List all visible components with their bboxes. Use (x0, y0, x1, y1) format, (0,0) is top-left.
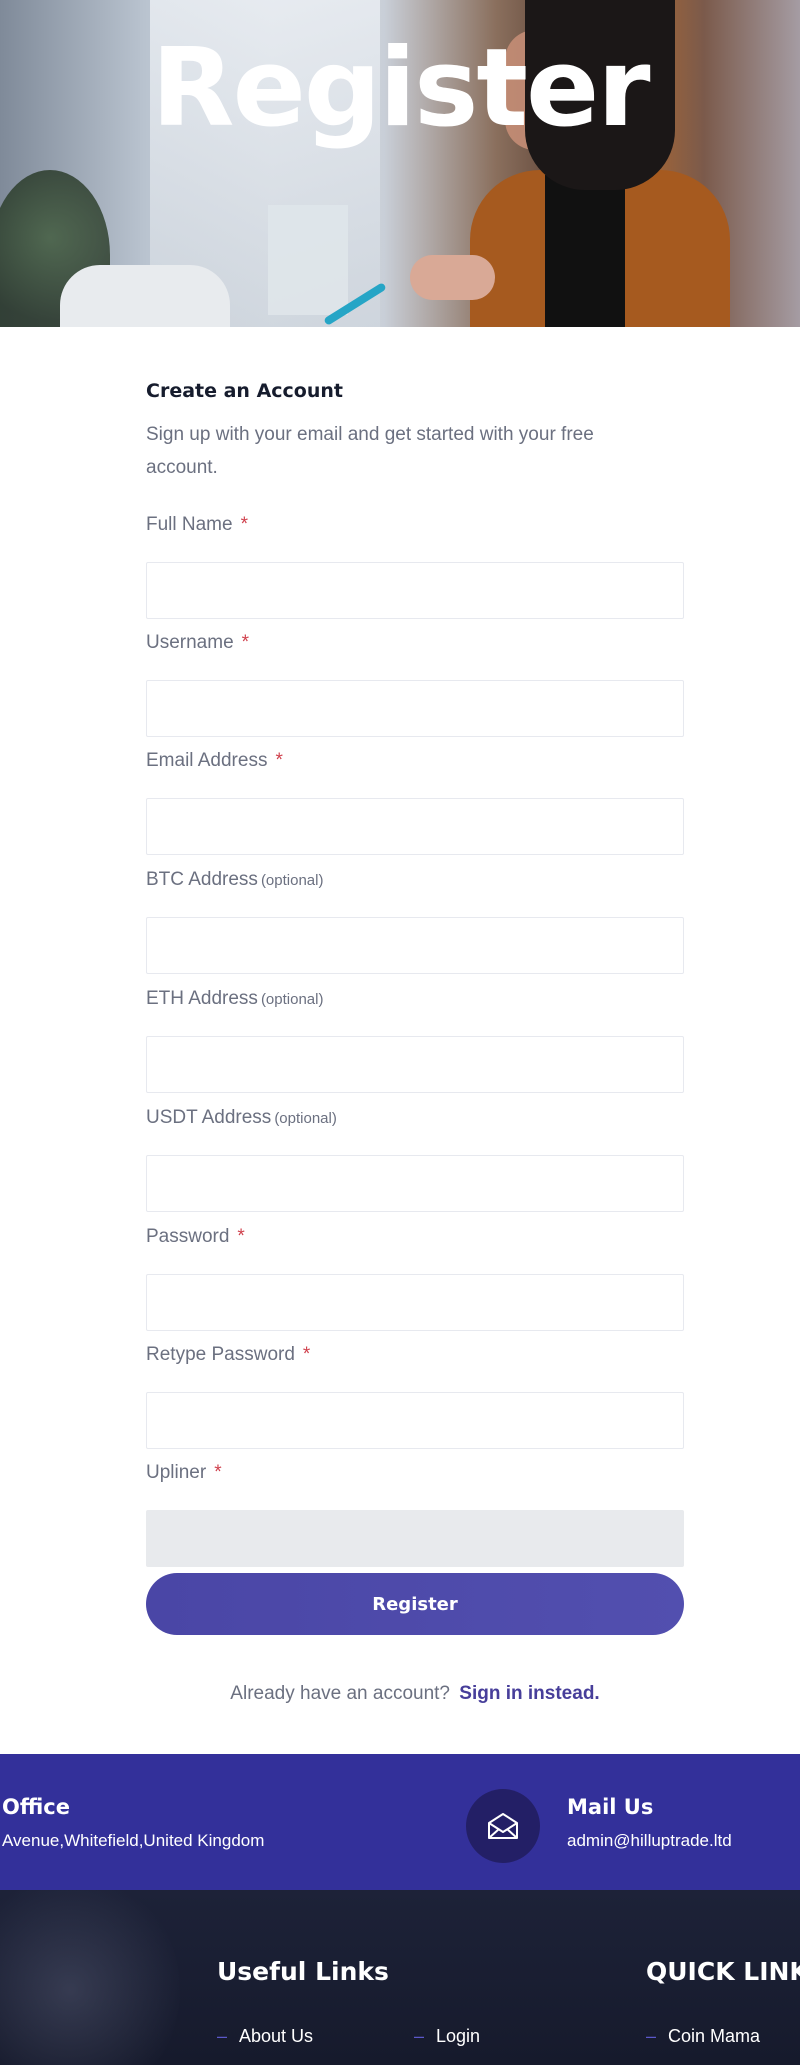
signin-link[interactable]: Sign in instead. (459, 1683, 599, 1704)
username-label: Username * (146, 632, 250, 653)
email-field: Email Address * (146, 750, 684, 855)
optional-note: (optional) (260, 991, 324, 1008)
footer-link-coin-mama[interactable]: – Coin Mama (646, 2026, 760, 2047)
required-mark: * (237, 1226, 245, 1247)
btc-address-input[interactable] (146, 917, 684, 974)
required-mark: * (214, 1462, 222, 1483)
required-mark: * (241, 632, 250, 653)
form-title: Create an Account (146, 380, 343, 402)
retype-password-label: Retype Password * (146, 1344, 311, 1365)
full-name-field: Full Name * (146, 514, 684, 619)
required-mark: * (302, 1344, 311, 1365)
footer-link-login[interactable]: – Login (414, 2026, 480, 2047)
full-name-label: Full Name * (146, 514, 248, 535)
mail-address-link[interactable]: admin@hilluptrade.ltd (567, 1831, 732, 1851)
mail-title: Mail Us (567, 1795, 654, 1819)
eth-address-label: ETH Address (optional) (146, 988, 324, 1009)
password-label: Password * (146, 1226, 245, 1247)
hero-banner: Register (0, 0, 800, 327)
usdt-address-field: USDT Address (optional) (146, 1107, 684, 1212)
footer-background-photo (0, 1890, 180, 2065)
upliner-label: Upliner * (146, 1462, 222, 1483)
usdt-address-input[interactable] (146, 1155, 684, 1212)
retype-password-input[interactable] (146, 1392, 684, 1449)
full-name-input[interactable] (146, 562, 684, 619)
page-title: Register (151, 26, 650, 151)
useful-links-heading: Useful Links (217, 1957, 389, 1986)
upliner-field: Upliner * (146, 1462, 684, 1567)
upliner-input[interactable] (146, 1510, 684, 1567)
usdt-address-label: USDT Address (optional) (146, 1107, 337, 1128)
form-subtitle: Sign up with your email and get started … (146, 424, 594, 478)
password-field: Password * (146, 1226, 684, 1331)
retype-password-field: Retype Password * (146, 1344, 684, 1449)
eth-address-field: ETH Address (optional) (146, 988, 684, 1093)
hero-photo-hand (410, 255, 495, 300)
btc-address-field: BTC Address (optional) (146, 869, 684, 974)
hero-photo-shirt (545, 175, 625, 327)
eth-address-input[interactable] (146, 1036, 684, 1093)
btc-address-label: BTC Address (optional) (146, 869, 324, 890)
dash-icon: – (646, 2026, 657, 2046)
office-title: Office (2, 1795, 70, 1819)
password-input[interactable] (146, 1274, 684, 1331)
optional-note: (optional) (260, 872, 324, 889)
hero-photo-chair (60, 265, 230, 327)
username-input[interactable] (146, 680, 684, 737)
email-label: Email Address * (146, 750, 283, 771)
office-address: Avenue,Whitefield,United Kingdom (2, 1831, 265, 1850)
signin-prompt: Already have an account? Sign in instead… (0, 1683, 800, 1705)
register-form-header: Create an Account Sign up with your emai… (146, 380, 684, 484)
hero-photo-paper (268, 205, 348, 315)
signin-prompt-text: Already have an account? (230, 1683, 451, 1704)
required-mark: * (240, 514, 248, 535)
footer-link-about-us[interactable]: – About Us (217, 2026, 313, 2047)
email-input[interactable] (146, 798, 684, 855)
dash-icon: – (217, 2026, 228, 2046)
envelope-icon (466, 1789, 540, 1863)
quick-links-heading: QUICK LINKS (646, 1957, 800, 1986)
contact-band (0, 1754, 800, 1890)
dash-icon: – (414, 2026, 425, 2046)
optional-note: (optional) (274, 1110, 337, 1127)
register-button[interactable]: Register (146, 1573, 684, 1635)
required-mark: * (275, 750, 283, 771)
username-field: Username * (146, 632, 684, 737)
